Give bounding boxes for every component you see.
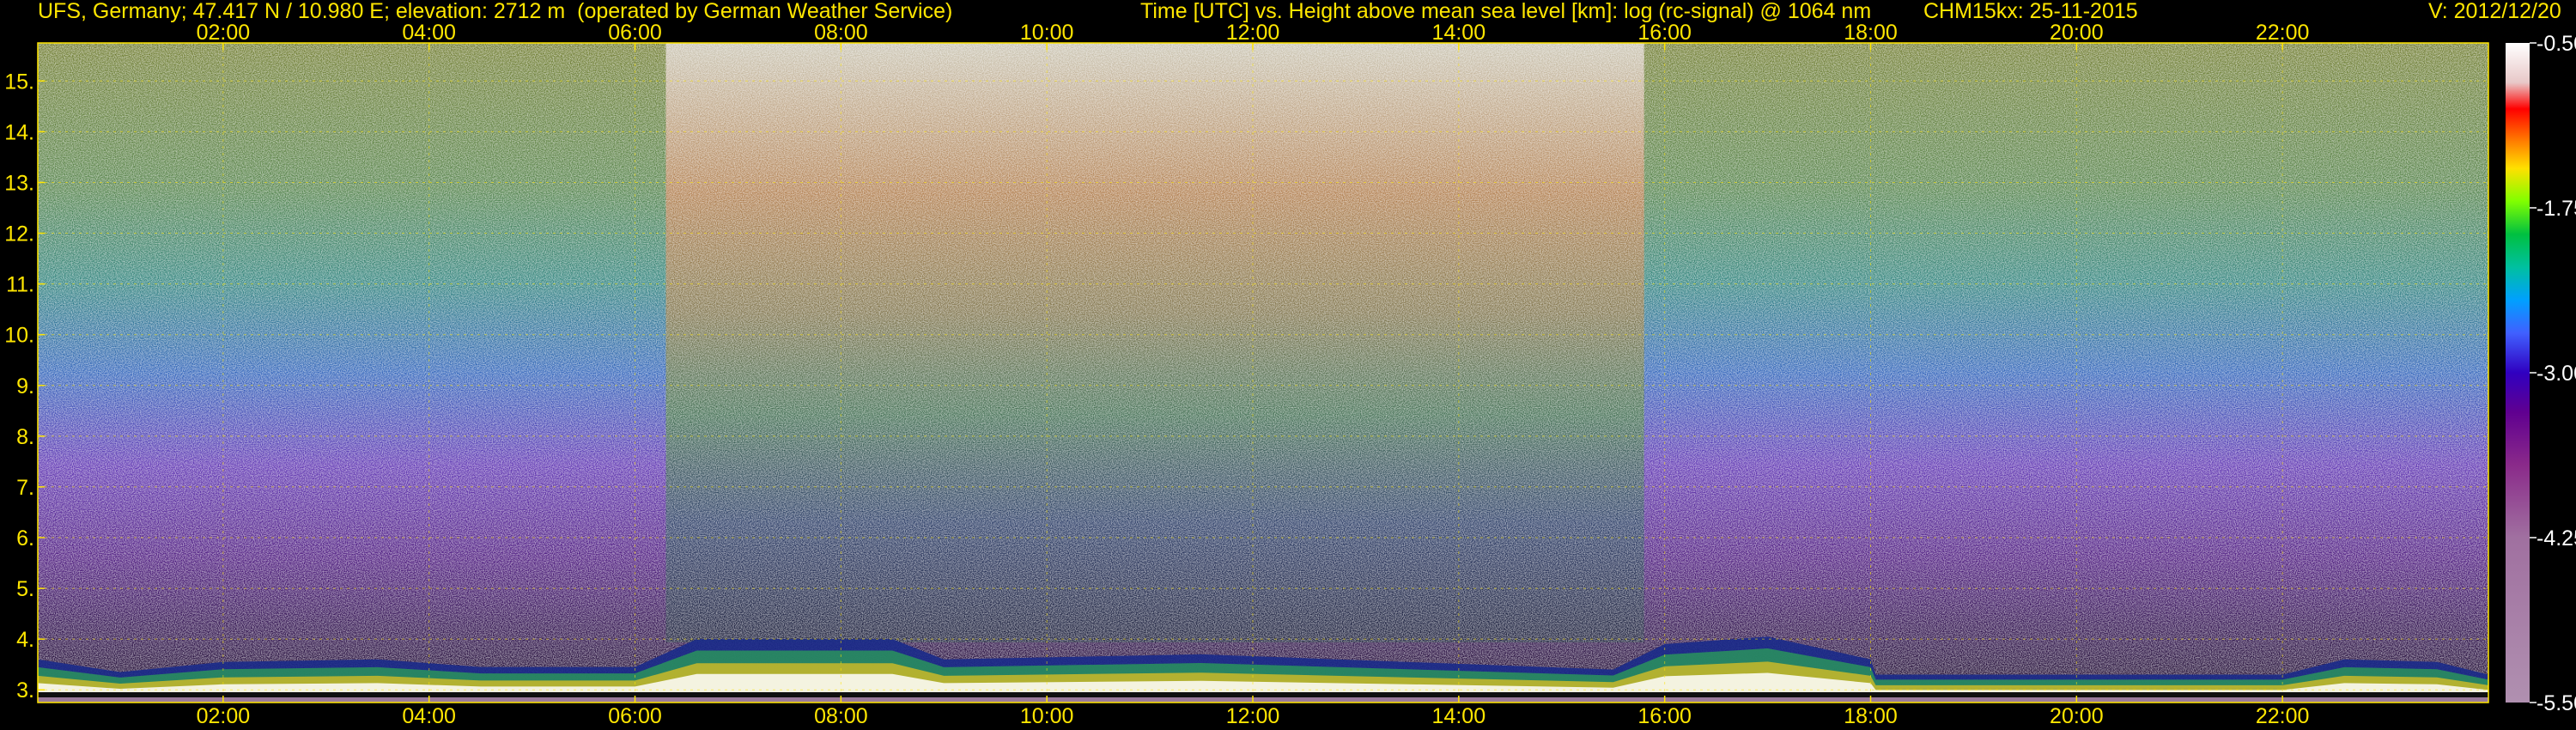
x-tick-label-top: 18:00 (1844, 21, 1898, 45)
y-tick-label: 10. (4, 324, 34, 348)
colorbar-label: -3.00 (2537, 362, 2576, 386)
plot-area (37, 42, 2489, 703)
x-tick-label-top: 16:00 (1637, 21, 1692, 45)
x-tick-label-bottom: 02:00 (197, 704, 251, 728)
y-tick-label: 13. (4, 171, 34, 195)
colorbar-scale (2506, 43, 2530, 703)
x-tick-label-top: 08:00 (814, 21, 868, 45)
y-tick-label: 3. (16, 678, 34, 703)
y-tick-label: 7. (16, 476, 34, 500)
y-tick-label: 8. (16, 425, 34, 449)
x-tick-label-top: 20:00 (2050, 21, 2104, 45)
colorbar-labels: -0.50 -1.75 -3.00 -4.25 -5.50 (2530, 32, 2576, 715)
y-tick-label: 9. (16, 374, 34, 398)
x-tick-label-top: 04:00 (402, 21, 456, 45)
y-tick-label: 11. (6, 273, 34, 297)
x-tick-label-top: 22:00 (2256, 21, 2310, 45)
colorbar-label: -0.50 (2537, 32, 2576, 56)
x-tick-label-top: 14:00 (1432, 21, 1486, 45)
colorbar-label: -4.25 (2537, 526, 2576, 551)
noise-overlay (38, 43, 2488, 703)
x-tick-label-bottom: 14:00 (1432, 704, 1486, 728)
x-tick-label-top: 12:00 (1226, 21, 1280, 45)
x-tick-label-bottom: 20:00 (2050, 704, 2104, 728)
ceilometer-backscatter-chart: 02:00 04:00 06:00 08:00 10:00 12:00 14:00 16:00… (4, 21, 2576, 728)
colorbar-label: -1.75 (2537, 197, 2576, 221)
x-tick-label-bottom: 06:00 (608, 704, 662, 728)
x-tick-label-bottom: 04:00 (402, 704, 456, 728)
y-tick-label: 4. (16, 628, 34, 652)
ground-band (38, 697, 2488, 703)
ground-line (38, 692, 2488, 697)
x-tick-label-top: 10:00 (1020, 21, 1074, 45)
colorbar: -0.50 -1.75 -3.00 -4.25 -5.50 (2506, 32, 2576, 715)
x-tick-label-bottom: 18:00 (1844, 704, 1898, 728)
x-tick-label-bottom: 10:00 (1020, 704, 1074, 728)
y-tick-label: 12. (4, 222, 34, 246)
y-tick-label: 14. (4, 120, 34, 144)
x-tick-label-top: 06:00 (608, 21, 662, 45)
x-tick-label-bottom: 16:00 (1637, 704, 1692, 728)
x-tick-label-bottom: 22:00 (2256, 704, 2310, 728)
y-tick-label: 6. (16, 526, 34, 551)
y-tick-label: 15. (4, 70, 34, 94)
colorbar-label: -5.50 (2537, 691, 2576, 715)
x-tick-label-bottom: 12:00 (1226, 704, 1280, 728)
y-tick-label: 5. (16, 577, 34, 601)
x-tick-label-bottom: 08:00 (814, 704, 868, 728)
x-tick-label-top: 02:00 (197, 21, 251, 45)
